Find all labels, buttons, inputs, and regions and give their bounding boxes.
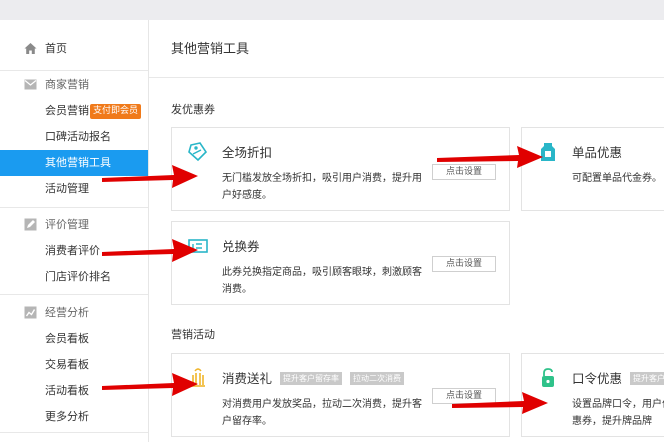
sidebar-item-label: 活动管理 (45, 182, 89, 195)
sidebar-item-label: 门店评价排名 (45, 270, 111, 283)
discount-tag-icon (188, 142, 208, 162)
tag-customer: 提升客户 (630, 372, 664, 385)
sidebar-item-activity-management[interactable]: 活动管理 (0, 176, 148, 202)
card-title: 全场折扣 (222, 145, 273, 160)
gift-icon (191, 368, 205, 387)
analytics-icon (24, 306, 37, 319)
card-description: 此券兑换指定商品，吸引顾客眼球，刺激顾客消费。 (222, 267, 422, 295)
sidebar: 首页 商家营销 会员营销 支付即会员 口碑活动报名 其他营销工具 活动管理 评价… (0, 20, 149, 442)
section-title-coupons: 发优惠券 (171, 103, 215, 116)
card-spend-gift: 消费送礼 提升客户留存率 拉动二次消费 对消费用户发放奖品，拉动二次消费，提升客… (171, 353, 510, 437)
setup-button[interactable]: 点击设置 (432, 164, 496, 180)
sidebar-item-label: 其他营销工具 (45, 156, 111, 169)
sidebar-item-koubei-signup[interactable]: 口碑活动报名 (0, 124, 148, 150)
sidebar-divider (0, 207, 148, 208)
card-store-discount: 全场折扣 无门槛发放全场折扣，吸引用户消费，提升用户好感度。 点击设置 (171, 127, 510, 211)
card-title-text: 消费送礼 (222, 371, 273, 386)
sidebar-item-more-analysis[interactable]: 更多分析 (0, 404, 148, 430)
tag-retention: 提升客户留存率 (280, 372, 342, 385)
ticket-icon (188, 239, 208, 253)
lock-icon (542, 368, 554, 387)
tag-second-purchase: 拉动二次消费 (349, 372, 404, 385)
milk-carton-icon (541, 143, 555, 161)
card-single-item: 单品优惠 可配置单品代金券。 (521, 127, 664, 211)
sidebar-item-label: 更多分析 (45, 410, 89, 423)
setup-button[interactable]: 点击设置 (432, 388, 496, 404)
sidebar-section-title: 商家营销 (45, 78, 89, 91)
card-password-discount: 口令优惠 提升客户 设置品牌口令，用户优惠券，提升牌品牌 (521, 353, 664, 437)
card-title: 口令优惠 提升客户 (572, 368, 664, 387)
section-title-activities: 营销活动 (171, 328, 215, 341)
card-title: 消费送礼 提升客户留存率 拉动二次消费 (222, 368, 404, 387)
sidebar-item-other-tools[interactable]: 其他营销工具 (0, 150, 148, 176)
sidebar-item-label: 会员看板 (45, 332, 89, 345)
sidebar-section-title: 评价管理 (45, 218, 89, 231)
sidebar-item-label: 交易看板 (45, 358, 89, 371)
card-description: 对消费用户发放奖品，拉动二次消费，提升客户留存率。 (222, 399, 422, 427)
sidebar-section-title: 经营分析 (45, 306, 89, 319)
sidebar-divider (0, 432, 148, 433)
sidebar-item-home[interactable]: 首页 (0, 36, 148, 62)
sidebar-section-reviews[interactable]: 评价管理 (0, 211, 148, 239)
sidebar-item-consumer-reviews[interactable]: 消费者评价 (0, 238, 148, 264)
sidebar-item-label: 口碑活动报名 (45, 130, 111, 143)
home-icon (24, 43, 37, 54)
sidebar-divider (0, 294, 148, 295)
sidebar-item-label: 消费者评价 (45, 244, 100, 257)
sidebar-item-label: 活动看板 (45, 384, 89, 397)
card-description: 无门槛发放全场折扣，吸引用户消费，提升用户好感度。 (222, 173, 422, 201)
sidebar-item-label: 会员营销 (45, 104, 89, 117)
card-title-text: 口令优惠 (572, 371, 623, 386)
setup-button[interactable]: 点击设置 (432, 256, 496, 272)
page-title: 其他营销工具 (171, 42, 250, 57)
card-exchange-coupon: 兑换券 此券兑换指定商品，吸引顾客眼球，刺激顾客消费。 点击设置 (171, 221, 510, 305)
card-description: 设置品牌口令，用户优惠券，提升牌品牌 (572, 399, 664, 427)
sidebar-section-analysis[interactable]: 经营分析 (0, 299, 148, 327)
edit-icon (24, 218, 37, 231)
pay-member-badge: 支付即会员 (90, 104, 142, 119)
mail-icon (24, 79, 37, 90)
sidebar-item-store-ranking[interactable]: 门店评价排名 (0, 264, 148, 290)
card-description: 可配置单品代金券。 (572, 173, 662, 184)
sidebar-item-member-board[interactable]: 会员看板 (0, 326, 148, 352)
top-bar (0, 0, 664, 20)
sidebar-section-marketing[interactable]: 商家营销 (0, 71, 148, 99)
sidebar-item-trade-board[interactable]: 交易看板 (0, 352, 148, 378)
card-title: 单品优惠 (572, 145, 623, 160)
sidebar-item-label: 首页 (45, 42, 67, 55)
card-title: 兑换券 (222, 239, 260, 254)
sidebar-item-member-marketing[interactable]: 会员营销 支付即会员 (0, 98, 148, 124)
sidebar-item-activity-board[interactable]: 活动看板 (0, 378, 148, 404)
title-divider (149, 77, 664, 78)
